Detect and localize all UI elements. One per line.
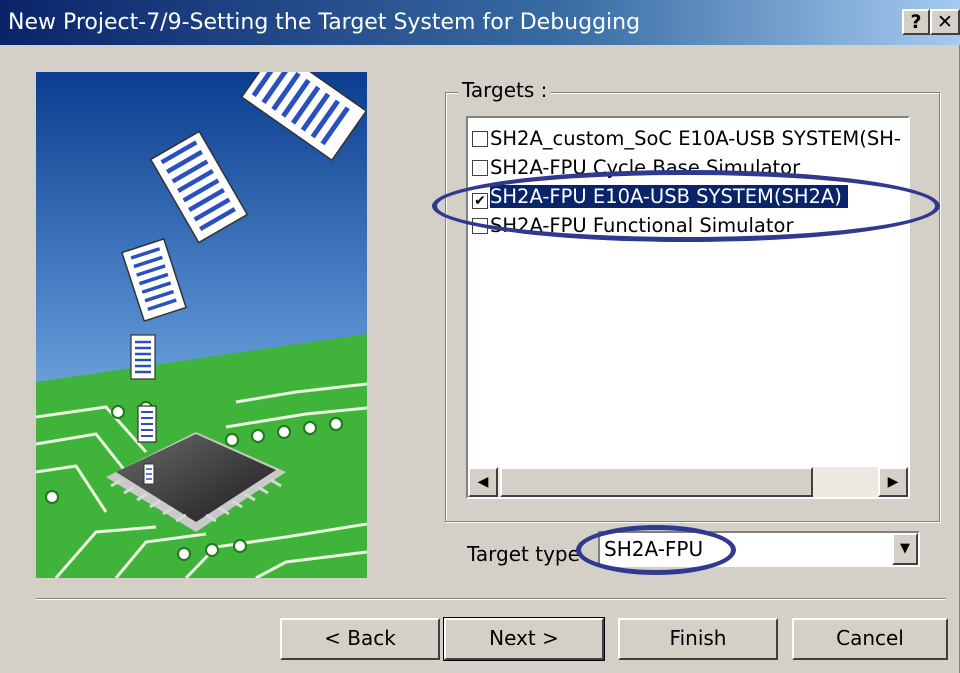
target-item-label: SH2A-FPU Cycle Base Simulator xyxy=(490,156,801,179)
help-button[interactable]: ? xyxy=(902,9,930,35)
target-type-value: SH2A-FPU xyxy=(604,537,704,561)
target-checkbox[interactable] xyxy=(472,218,488,234)
horizontal-scrollbar[interactable]: ◀ ▶ xyxy=(468,467,908,497)
targets-listbox[interactable]: SH2A_custom_SoC E10A-USB SYSTEM(SH- SH2A… xyxy=(466,116,910,499)
target-item-label: SH2A-FPU Functional Simulator xyxy=(490,214,794,237)
window-title: New Project-7/9-Setting the Target Syste… xyxy=(8,10,641,35)
cancel-button[interactable]: Cancel xyxy=(792,618,948,660)
target-checkbox-checked[interactable]: ✔ xyxy=(472,193,488,209)
back-button[interactable]: < Back xyxy=(280,618,440,660)
separator xyxy=(36,598,946,600)
target-item[interactable]: SH2A-FPU Cycle Base Simulator xyxy=(472,154,800,182)
wizard-illustration xyxy=(36,72,367,578)
target-checkbox[interactable] xyxy=(472,131,488,147)
target-item[interactable]: SH2A_custom_SoC E10A-USB SYSTEM(SH- xyxy=(472,125,901,153)
target-item-selected[interactable]: ✔ SH2A-FPU E10A-USB SYSTEM(SH2A) xyxy=(472,183,848,211)
scroll-thumb[interactable] xyxy=(500,467,813,497)
new-project-dialog: New Project-7/9-Setting the Target Syste… xyxy=(0,0,960,673)
close-button[interactable]: ✕ xyxy=(930,9,960,35)
finish-button[interactable]: Finish xyxy=(618,618,778,660)
documents-to-chip-illustration xyxy=(36,72,367,578)
target-checkbox[interactable] xyxy=(472,160,488,176)
targets-group-label: Targets : xyxy=(458,78,552,102)
next-button[interactable]: Next > xyxy=(443,617,605,661)
scroll-right-icon[interactable]: ▶ xyxy=(878,467,908,497)
chevron-down-icon[interactable]: ▼ xyxy=(892,533,918,565)
target-type-label: Target type xyxy=(467,542,580,566)
target-type-combobox[interactable]: SH2A-FPU ▼ xyxy=(598,531,920,567)
scroll-left-icon[interactable]: ◀ xyxy=(468,467,498,497)
title-bar[interactable]: New Project-7/9-Setting the Target Syste… xyxy=(0,0,960,45)
target-item-label: SH2A_custom_SoC E10A-USB SYSTEM(SH- xyxy=(490,127,901,150)
target-item[interactable]: SH2A-FPU Functional Simulator xyxy=(472,212,793,240)
target-item-label: SH2A-FPU E10A-USB SYSTEM(SH2A) xyxy=(490,185,848,208)
